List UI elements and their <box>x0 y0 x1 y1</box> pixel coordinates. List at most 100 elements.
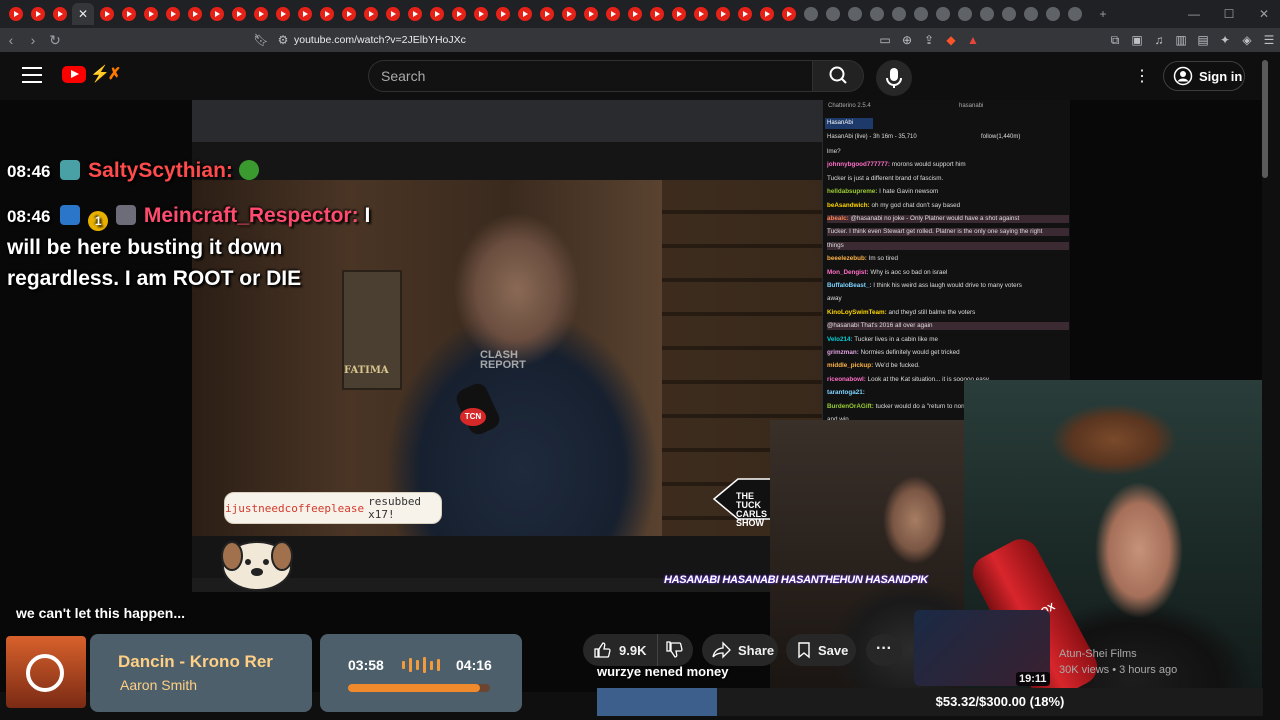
site-tab-icon[interactable] <box>825 7 840 21</box>
youtube-tab-icon[interactable] <box>429 7 444 21</box>
chatterino-text: things <box>827 241 844 249</box>
menu-icon[interactable]: ☰ <box>1258 33 1280 47</box>
youtube-tab-icon[interactable] <box>99 7 114 21</box>
save-button[interactable]: Save <box>786 634 856 666</box>
site-tab-icon[interactable] <box>891 7 906 21</box>
youtube-tab-icon[interactable] <box>231 7 246 21</box>
zoom-icon[interactable]: ⊕ <box>896 33 918 47</box>
chatterino-message: Mon_Dengist: Why is aoc so bad on israel <box>827 269 1069 277</box>
youtube-tab-icon[interactable] <box>627 7 642 21</box>
youtube-tab-icon[interactable] <box>583 7 598 21</box>
site-info-icon[interactable]: ⚙︎ <box>272 33 294 47</box>
youtube-tab-icon[interactable] <box>165 7 180 21</box>
settings-kebab-icon[interactable]: ⋮ <box>1134 66 1150 86</box>
chatterino-username: BuffaloBeast_: <box>827 282 872 289</box>
recommended-video-channel[interactable]: Atun-Shei Films <box>1059 648 1137 660</box>
site-tab-icon[interactable] <box>935 7 950 21</box>
youtube-tab-icon[interactable] <box>187 7 202 21</box>
leo-icon[interactable]: ✦ <box>1214 33 1236 47</box>
hamburger-menu-icon[interactable] <box>22 67 42 83</box>
youtube-tab-icon[interactable] <box>451 7 466 21</box>
youtube-tab-icon[interactable] <box>407 7 422 21</box>
youtube-tab-icon[interactable] <box>737 7 752 21</box>
site-tab-icon[interactable] <box>1001 7 1016 21</box>
youtube-tab-icon[interactable] <box>121 7 136 21</box>
active-tab-close-icon[interactable]: ✕ <box>72 3 94 25</box>
url-field[interactable]: youtube.com/watch?v=2JElbYHoJXc <box>294 34 466 46</box>
scrollbar-thumb[interactable] <box>1262 60 1268 178</box>
youtube-tab-icon[interactable] <box>693 7 708 21</box>
chat-timestamp: 08:46 <box>7 162 51 181</box>
site-tab-icon[interactable] <box>957 7 972 21</box>
site-tab-icon[interactable] <box>1023 7 1038 21</box>
chatterino-username: tarantoga21: <box>827 389 865 397</box>
close-window-icon[interactable]: ✕ <box>1248 7 1280 21</box>
account-icon <box>1173 66 1193 86</box>
youtube-tab-icon[interactable] <box>30 7 45 21</box>
brave-shield-icon[interactable]: ◆ <box>940 33 962 47</box>
cast-icon[interactable]: ▭ <box>874 33 896 47</box>
voice-search-button[interactable] <box>876 60 912 96</box>
share-page-icon[interactable]: ⇪ <box>918 33 940 47</box>
youtube-tab-icon[interactable] <box>715 7 730 21</box>
youtube-tab-icon[interactable] <box>275 7 290 21</box>
chat-message-text: will be here busting it down <box>7 236 283 259</box>
youtube-tab-icon[interactable] <box>759 7 774 21</box>
youtube-tab-icon[interactable] <box>8 7 23 21</box>
youtube-tab-icon[interactable] <box>649 7 664 21</box>
rewards-icon[interactable]: ▲ <box>962 33 984 47</box>
site-tab-icon[interactable] <box>869 7 884 21</box>
sidebar-icon[interactable]: ▥ <box>1170 33 1192 47</box>
video-player[interactable]: FATIMA CLASH REPORT TCN THE TUCK CARLS S… <box>0 100 1262 692</box>
search-input[interactable]: Search <box>368 60 812 92</box>
site-tab-icon[interactable] <box>1045 7 1060 21</box>
site-tab-icon[interactable] <box>803 7 818 21</box>
youtube-tab-icon[interactable] <box>52 7 67 21</box>
site-tab-icon[interactable] <box>979 7 994 21</box>
chatterino-text: morons would support him <box>891 161 966 169</box>
reload-icon[interactable]: ↻ <box>44 32 66 49</box>
more-actions-button[interactable]: ··· <box>866 634 902 666</box>
chatterino-message: KinoLoySwimTeam: and theyd still balme t… <box>827 309 1069 317</box>
dislike-button[interactable] <box>657 634 693 666</box>
back-icon[interactable]: ‹ <box>0 32 22 48</box>
bookmark-icon[interactable]: 🔖︎ <box>250 33 272 47</box>
site-tab-icon[interactable] <box>1067 7 1082 21</box>
extensions-icon[interactable]: ⧉ <box>1104 33 1126 48</box>
wallet-icon[interactable]: ▤ <box>1192 33 1214 47</box>
site-tab-icon[interactable] <box>913 7 928 21</box>
chatterino-text: I hate Gavin newsom <box>879 188 939 196</box>
youtube-tab-icon[interactable] <box>671 7 686 21</box>
youtube-tab-icon[interactable] <box>561 7 576 21</box>
youtube-tab-icon[interactable] <box>363 7 378 21</box>
youtube-tab-icon[interactable] <box>341 7 356 21</box>
youtube-tab-icon[interactable] <box>539 7 554 21</box>
new-tab-icon[interactable]: + <box>1087 7 1119 21</box>
youtube-tab-icon[interactable] <box>495 7 510 21</box>
youtube-tab-icon[interactable] <box>605 7 620 21</box>
youtube-tab-icon[interactable] <box>209 7 224 21</box>
maximize-icon[interactable]: ☐ <box>1213 7 1245 21</box>
site-tab-icon[interactable] <box>847 7 862 21</box>
youtube-logo[interactable] <box>62 66 86 83</box>
youtube-tab-icon[interactable] <box>297 7 312 21</box>
youtube-tab-icon[interactable] <box>143 7 158 21</box>
sign-in-button[interactable]: Sign in <box>1163 61 1245 91</box>
youtube-tab-icon[interactable] <box>385 7 400 21</box>
youtube-tab-icon[interactable] <box>781 7 796 21</box>
window-icon[interactable]: ▣ <box>1126 33 1148 47</box>
youtube-tab-icon[interactable] <box>319 7 334 21</box>
chatterino-message: lme? <box>827 148 1069 156</box>
media-icon[interactable]: ♫ <box>1148 33 1170 47</box>
share-button[interactable]: Share <box>702 634 778 666</box>
youtube-tab-icon[interactable] <box>517 7 532 21</box>
youtube-tab-icon[interactable] <box>473 7 488 21</box>
search-button[interactable] <box>812 60 864 92</box>
like-button[interactable]: 9.9K <box>583 634 657 666</box>
youtube-doodle-icon[interactable]: ⚡✗ <box>90 64 121 84</box>
youtube-tab-icon[interactable] <box>253 7 268 21</box>
chatterino-text: Tucker. I think even Stewart get rolled.… <box>827 228 1043 236</box>
minimize-icon[interactable]: — <box>1178 7 1210 21</box>
vpn-icon[interactable]: ◈ <box>1236 33 1258 47</box>
forward-icon[interactable]: › <box>22 32 44 48</box>
